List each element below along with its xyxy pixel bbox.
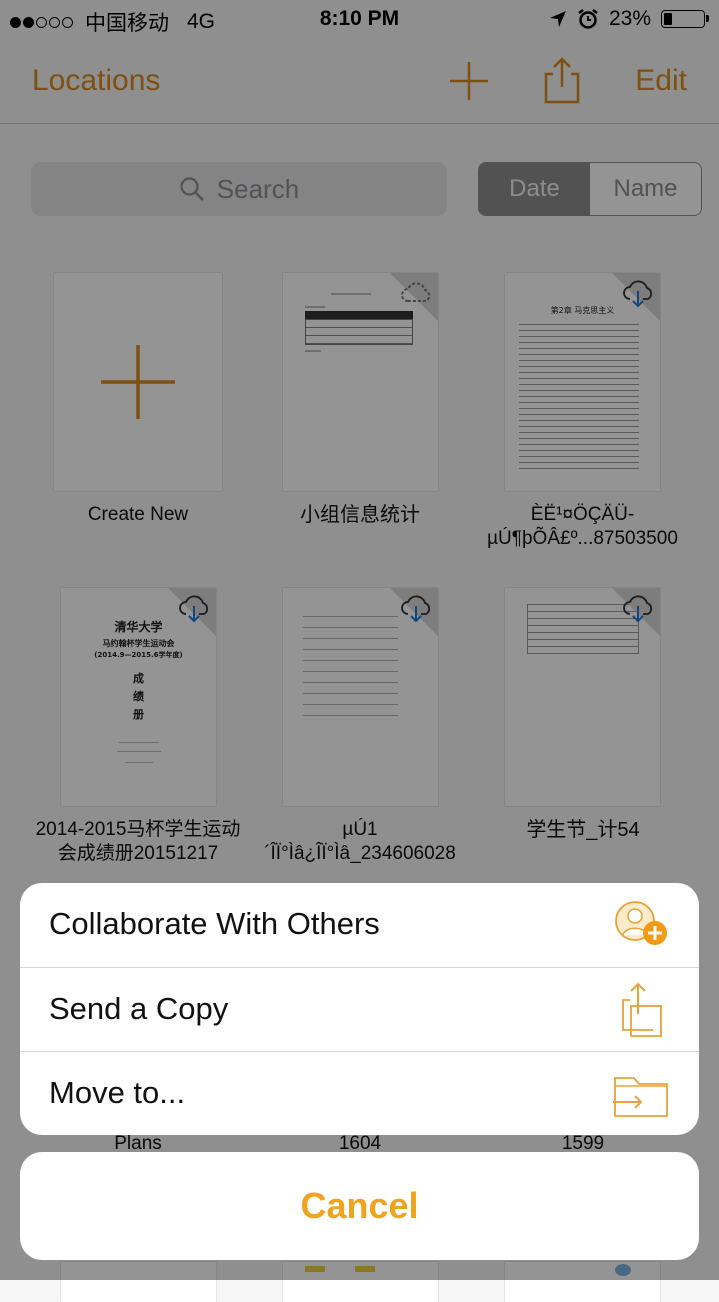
collaborate-with-others-option[interactable]: Collaborate With Others (20, 883, 699, 967)
collaborate-icon (615, 901, 667, 945)
move-to-option[interactable]: Move to... (20, 1051, 699, 1135)
send-copy-icon (622, 982, 662, 1037)
send-a-copy-option[interactable]: Send a Copy (20, 967, 699, 1051)
option-label: Move to... (49, 1075, 186, 1110)
action-sheet: Collaborate With Others Send a Copy Move… (20, 883, 699, 1135)
option-label: Send a Copy (49, 991, 229, 1026)
option-label: Collaborate With Others (49, 906, 380, 941)
cancel-button[interactable]: Cancel (20, 1152, 699, 1260)
move-folder-icon (613, 1077, 668, 1117)
